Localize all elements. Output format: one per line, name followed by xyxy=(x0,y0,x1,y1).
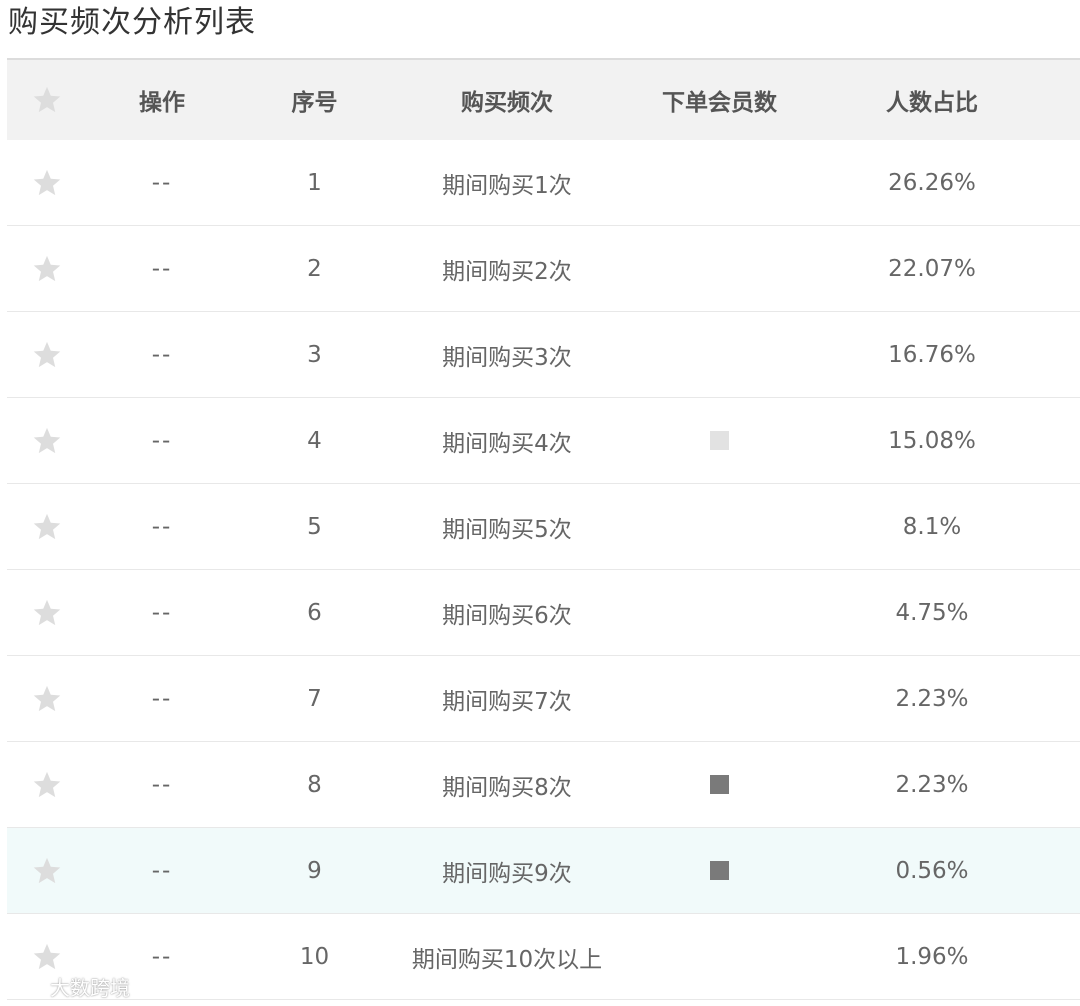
redaction-mark xyxy=(710,431,729,450)
table-row: -- 2 期间购买2次 22.07% xyxy=(7,226,1080,312)
row-member-count-redacted xyxy=(642,226,797,311)
purchase-frequency-table: 操作 序号 购买频次 下单会员数 人数占比 -- 1 期间购买1次 26.26%… xyxy=(7,58,1080,1000)
star-icon[interactable] xyxy=(32,770,62,800)
row-percentage: 2.23% xyxy=(895,685,969,712)
row-star-cell[interactable] xyxy=(21,140,73,225)
row-purchase-frequency: 期间购买8次 xyxy=(442,774,572,801)
row-sequence: 10 xyxy=(299,943,330,970)
row-sequence: 6 xyxy=(307,599,322,626)
table-row: -- 7 期间购买7次 2.23% xyxy=(7,656,1080,742)
table-row: -- 1 期间购买1次 26.26% xyxy=(7,140,1080,226)
row-member-count-redacted xyxy=(642,312,797,397)
star-icon[interactable] xyxy=(32,254,62,284)
row-star-cell[interactable] xyxy=(21,828,73,913)
row-member-count-redacted xyxy=(642,742,797,827)
page-title: 购买频次分析列表 xyxy=(8,5,256,40)
header-operation: 操作 xyxy=(139,90,185,116)
row-percentage: 15.08% xyxy=(888,427,976,454)
row-star-cell[interactable] xyxy=(21,570,73,655)
row-purchase-frequency: 期间购买1次 xyxy=(442,172,572,199)
row-star-cell[interactable] xyxy=(21,226,73,311)
row-sequence: 3 xyxy=(307,341,322,368)
table-row: -- 5 期间购买5次 8.1% xyxy=(7,484,1080,570)
redaction-mark xyxy=(710,861,729,880)
star-icon[interactable] xyxy=(32,85,62,115)
row-purchase-frequency: 期间购买10次以上 xyxy=(411,946,603,973)
row-operation[interactable]: -- xyxy=(102,226,222,311)
table-row: -- 8 期间购买8次 2.23% xyxy=(7,742,1080,828)
header-member-count: 下单会员数 xyxy=(662,90,777,116)
row-percentage: 0.56% xyxy=(895,857,969,884)
row-star-cell[interactable] xyxy=(21,312,73,397)
row-percentage: 4.75% xyxy=(895,599,969,626)
row-sequence: 7 xyxy=(307,685,322,712)
row-purchase-frequency: 期间购买6次 xyxy=(442,602,572,629)
row-percentage: 16.76% xyxy=(888,341,976,368)
table-row: -- 4 期间购买4次 15.08% xyxy=(7,398,1080,484)
star-icon[interactable] xyxy=(32,426,62,456)
row-purchase-frequency: 期间购买3次 xyxy=(442,344,572,371)
row-star-cell[interactable] xyxy=(21,484,73,569)
row-purchase-frequency: 期间购买7次 xyxy=(442,688,572,715)
row-sequence: 4 xyxy=(307,427,322,454)
row-star-cell[interactable] xyxy=(21,656,73,741)
row-member-count-redacted xyxy=(642,484,797,569)
row-percentage: 2.23% xyxy=(895,771,969,798)
row-star-cell[interactable] xyxy=(21,742,73,827)
row-star-cell[interactable] xyxy=(21,398,73,483)
row-sequence: 5 xyxy=(307,513,322,540)
row-percentage: 1.96% xyxy=(895,943,969,970)
row-percentage: 8.1% xyxy=(902,513,962,540)
row-sequence: 9 xyxy=(307,857,322,884)
row-sequence: 8 xyxy=(307,771,322,798)
watermark-text: 大数跨境 xyxy=(50,975,130,1000)
header-purchase-frequency: 购买频次 xyxy=(461,90,553,116)
watermark: 大数跨境 xyxy=(8,970,130,1002)
redaction-mark xyxy=(710,775,729,794)
row-operation[interactable]: -- xyxy=(102,828,222,913)
star-icon[interactable] xyxy=(32,598,62,628)
row-purchase-frequency: 期间购买9次 xyxy=(442,860,572,887)
row-member-count-redacted xyxy=(642,656,797,741)
row-purchase-frequency: 期间购买4次 xyxy=(442,430,572,457)
row-member-count-redacted xyxy=(642,828,797,913)
row-operation[interactable]: -- xyxy=(102,570,222,655)
row-operation[interactable]: -- xyxy=(102,484,222,569)
star-icon[interactable] xyxy=(32,340,62,370)
table-row-highlighted: -- 9 期间购买9次 0.56% xyxy=(7,828,1080,914)
row-sequence: 1 xyxy=(307,169,322,196)
table-row: -- 6 期间购买6次 4.75% xyxy=(7,570,1080,656)
star-icon[interactable] xyxy=(32,684,62,714)
star-icon[interactable] xyxy=(32,512,62,542)
row-operation[interactable]: -- xyxy=(102,312,222,397)
row-sequence: 2 xyxy=(307,255,322,282)
table-header-row: 操作 序号 购买频次 下单会员数 人数占比 xyxy=(7,60,1080,140)
row-purchase-frequency: 期间购买2次 xyxy=(442,258,572,285)
row-member-count-redacted xyxy=(642,570,797,655)
row-member-count-redacted xyxy=(642,140,797,225)
watermark-logo-icon xyxy=(10,978,44,995)
row-percentage: 22.07% xyxy=(888,255,976,282)
header-sequence: 序号 xyxy=(291,90,338,116)
star-icon[interactable] xyxy=(32,856,62,886)
table-row: -- 10 期间购买10次以上 1.96% xyxy=(7,914,1080,1000)
table-row: -- 3 期间购买3次 16.76% xyxy=(7,312,1080,398)
row-operation[interactable]: -- xyxy=(102,742,222,827)
row-member-count-redacted xyxy=(642,398,797,483)
header-star-cell[interactable] xyxy=(21,60,73,140)
row-operation[interactable]: -- xyxy=(102,656,222,741)
row-member-count-redacted xyxy=(642,914,797,999)
header-percentage: 人数占比 xyxy=(886,90,978,116)
star-icon[interactable] xyxy=(32,942,62,972)
row-operation[interactable]: -- xyxy=(102,140,222,225)
row-purchase-frequency: 期间购买5次 xyxy=(442,516,572,543)
row-percentage: 26.26% xyxy=(888,169,976,196)
star-icon[interactable] xyxy=(32,168,62,198)
row-operation[interactable]: -- xyxy=(102,398,222,483)
